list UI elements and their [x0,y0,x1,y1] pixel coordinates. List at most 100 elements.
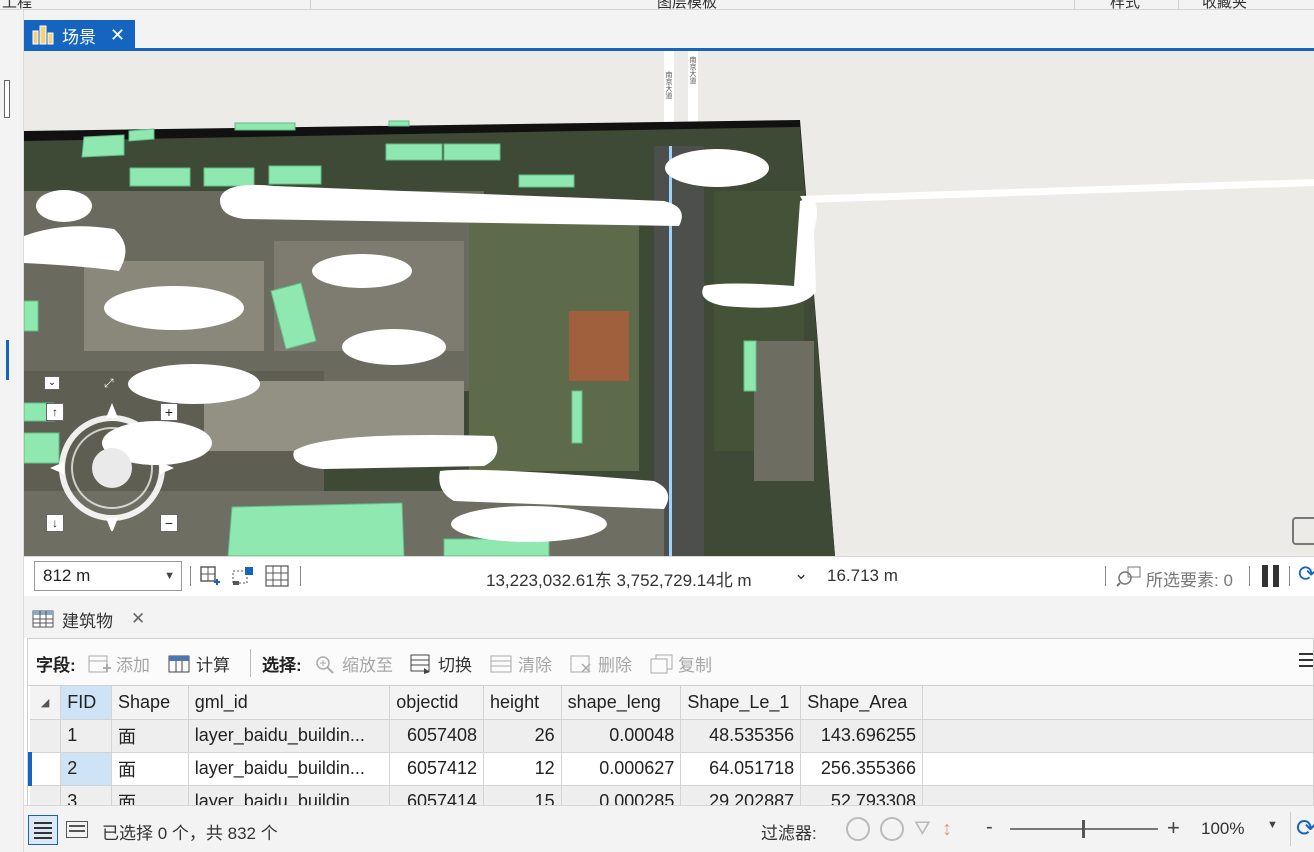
filter-label: 过滤器: [761,824,817,843]
delete-button[interactable]: 删除 [570,651,632,676]
cell-shape-le-1[interactable]: 29.202887 [680,785,802,805]
column-header-shape-area[interactable]: Shape_Area [800,686,923,720]
snapping-icon[interactable] [231,565,255,587]
range-filter-icon[interactable] [880,817,904,841]
divider [190,566,191,586]
chevron-down-icon[interactable]: ▼ [1267,819,1278,831]
cell-shape-area[interactable]: 143.696255 [800,719,923,753]
cell-fid[interactable]: 3 [60,785,113,805]
row-selector-header[interactable]: ◢ [30,686,62,720]
left-pane-edge [0,10,24,852]
cell-objectid[interactable]: 6057412 [389,752,485,786]
cell-empty [922,752,1314,786]
divider [1289,566,1290,586]
cell-shape[interactable]: 面 [111,752,189,786]
divider [300,566,301,586]
menu-icon[interactable] [1299,653,1313,671]
selected-features-icon[interactable] [1116,565,1142,587]
scene-map-view[interactable]: 南京大道 南京大道 ⌄ ⤢ ↑ + ↓ − [24,51,1314,556]
menu-layer-template[interactable]: 图层模板 [657,0,717,9]
menu-divider [310,0,311,9]
row-selector[interactable] [30,719,62,753]
tab-scene[interactable]: 场景 ✕ [24,20,135,50]
cell-height[interactable]: 15 [483,785,562,805]
menu-project[interactable]: 工程 [2,0,32,9]
cell-fid[interactable]: 1 [60,719,113,753]
column-header-shape-le-1[interactable]: Shape_Le_1 [680,686,802,720]
table-row[interactable]: 2 面 layer_baidu_buildin... 6057412 12 0.… [28,752,1314,786]
add-field-button[interactable]: 添加 [88,651,150,676]
cell-shape[interactable]: 面 [111,719,189,753]
menu-divider [1074,0,1075,9]
cell-gml-id[interactable]: layer_baidu_buildin... [188,752,391,786]
cell-shape-leng[interactable]: 0.000627 [561,752,682,786]
row-selector[interactable] [28,752,62,786]
zoom-slider-thumb[interactable] [1082,820,1085,838]
menu-styles[interactable]: 样式 [1110,0,1140,9]
tab-attribute-table[interactable]: 建筑物 ✕ [26,604,145,634]
left-pane-control[interactable] [4,80,10,118]
calculate-field-button[interactable]: 计算 [168,651,230,676]
cell-shape[interactable]: 面 [111,785,189,805]
time-filter-icon[interactable] [846,817,870,841]
column-header-objectid[interactable]: objectid [389,686,485,720]
close-icon[interactable]: ✕ [110,25,125,46]
cell-gml-id[interactable]: layer_baidu_buildin... [188,719,391,753]
menu-favorites[interactable]: 收藏夹 [1202,0,1247,9]
building-block [754,341,814,481]
filter-icon[interactable]: ⛛ [914,818,931,841]
show-all-records-button[interactable] [28,815,58,845]
table-row[interactable]: 1 面 layer_baidu_buildin... 6057408 26 0.… [30,719,1314,753]
copy-button[interactable]: 复制 [650,651,712,676]
table-row[interactable]: 3 面 layer_baidu_buildin... 6057414 15 0.… [30,785,1314,805]
close-icon[interactable]: ✕ [131,609,145,629]
column-header-shape-leng[interactable]: shape_leng [561,686,682,720]
cell-shape-area[interactable]: 256.355366 [800,752,923,786]
show-selected-records-button[interactable] [66,821,88,838]
column-header-shape[interactable]: Shape [111,686,189,720]
cell-shape-leng[interactable]: 0.00048 [561,719,682,753]
navigator-collapse-button[interactable]: ⌄ [44,376,60,390]
zoom-out-button[interactable]: - [986,816,993,839]
delete-icon [570,655,591,673]
column-header-height[interactable]: height [483,686,562,720]
cell-objectid[interactable]: 6057408 [389,719,485,753]
cell-shape-area[interactable]: 52.793308 [800,785,923,805]
refresh-icon[interactable]: ⟳ [1298,561,1314,587]
grid-add-icon[interactable] [200,566,222,586]
chevron-down-icon[interactable]: ⌄ [794,564,808,584]
cell-gml-id[interactable]: layer_baidu_buildin... [188,785,391,805]
switch-selection-button[interactable]: 切换 [410,651,472,676]
column-header-fid[interactable]: FID [60,686,113,720]
zoom-in-button[interactable]: + [1167,815,1180,841]
row-selector[interactable] [30,785,62,805]
cell-height[interactable]: 12 [483,752,562,786]
column-header-empty [922,686,1314,720]
zoom-level-dropdown[interactable]: 100% [1201,819,1244,839]
zoom-to-button[interactable]: 缩放至 [314,651,393,676]
sort-icon[interactable]: ↕ [942,818,952,841]
cell-empty [922,719,1314,753]
map-canvas: 南京大道 南京大道 [24,51,1314,556]
column-header-gml-id[interactable]: gml_id [188,686,391,720]
scale-dropdown[interactable]: 812 m ▼ [34,561,182,591]
pause-icon[interactable] [1262,565,1268,587]
field-label: 字段: [36,656,76,675]
cell-shape-le-1[interactable]: 48.535356 [680,719,802,753]
cell-shape-leng[interactable]: 0.000285 [561,785,682,805]
copy-icon [650,654,673,673]
coordinate-readout: 13,223,032.61东 3,752,729.14北 m [486,571,752,590]
cell-height[interactable]: 26 [483,719,562,753]
cell-fid[interactable]: 2 [60,752,113,786]
cell-shape-le-1[interactable]: 64.051718 [680,752,802,786]
cell-empty [922,785,1314,805]
overlay-panel-icon[interactable] [1292,517,1314,545]
clear-selection-button[interactable]: 清除 [490,651,552,676]
expand-icon[interactable]: ⤢ [104,376,120,390]
scene-icon [32,25,54,45]
refresh-icon[interactable]: ⟳ [1296,814,1314,843]
tab-attribute-label: 建筑物 [62,611,113,631]
grid-icon[interactable] [265,565,289,587]
cell-objectid[interactable]: 6057414 [389,785,485,805]
navigator-compass-icon[interactable] [50,401,180,531]
